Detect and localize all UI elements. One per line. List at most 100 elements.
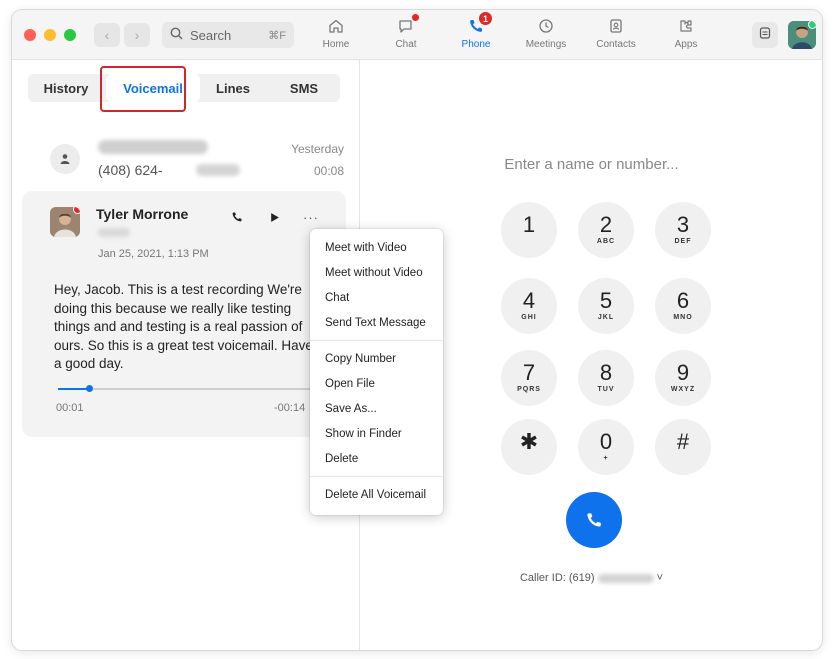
voicemail-item[interactable]: (408) 624- Yesterday 00:08 [28, 136, 344, 184]
whiteboard-button[interactable] [752, 22, 778, 48]
key-letters: TUV [597, 386, 615, 393]
profile-avatar[interactable] [788, 21, 816, 49]
voicemail-timestamp: Jan 25, 2021, 1:13 PM [98, 248, 209, 260]
more-options-button[interactable]: ··· [302, 208, 320, 226]
remaining-time: -00:14 [274, 402, 306, 414]
dial-key-6[interactable]: 6 MNO [655, 278, 711, 334]
phone-icon [232, 212, 242, 222]
key-letters: WXYZ [670, 386, 696, 393]
key-letters: GHI [521, 314, 537, 321]
dial-key-7[interactable]: 7 PQRS [501, 350, 557, 406]
online-status-dot [808, 21, 816, 29]
elapsed-time: 00:01 [56, 402, 84, 414]
chevron-right-icon: › [134, 27, 140, 43]
redacted-caller-id [597, 573, 654, 583]
menu-copy-number[interactable]: Copy Number [310, 346, 443, 371]
key-letters: ABC [596, 238, 616, 245]
phone-badge: 1 [479, 12, 492, 25]
back-button[interactable]: ‹ [94, 23, 120, 47]
nav-home[interactable]: Home [306, 16, 366, 56]
key-digit: 1 [522, 212, 536, 237]
key-digit: 0 [599, 429, 613, 454]
nav-meetings[interactable]: Meetings [516, 16, 576, 56]
key-digit: 8 [599, 360, 613, 385]
key-letters: + [603, 455, 609, 462]
dial-key-9[interactable]: 9 WXYZ [655, 350, 711, 406]
play-icon [270, 212, 279, 222]
menu-delete[interactable]: Delete [310, 446, 443, 471]
nav-chat-label: Chat [395, 39, 417, 50]
key-digit: 4 [522, 288, 536, 313]
menu-chat[interactable]: Chat [310, 285, 443, 310]
caller-name: Tyler Morrone [96, 206, 189, 222]
dial-number-input[interactable]: Enter a name or number... [361, 156, 822, 173]
call-back-button[interactable] [228, 208, 246, 226]
forward-button[interactable]: › [124, 23, 150, 47]
chevron-down-icon: ˅ [656, 572, 663, 584]
dial-key-0[interactable]: 0 + [578, 419, 634, 475]
chat-unread-dot [412, 14, 419, 21]
menu-save-as[interactable]: Save As... [310, 396, 443, 421]
menu-meet-without-video[interactable]: Meet without Video [310, 260, 443, 285]
search-box[interactable]: Search ⌘F [162, 22, 294, 48]
phone-icon: 1 [466, 12, 492, 36]
nav-home-label: Home [322, 39, 350, 50]
search-icon [170, 27, 186, 43]
nav-meetings-label: Meetings [525, 39, 567, 50]
nav-apps[interactable]: Apps [656, 16, 716, 56]
dial-key-hash[interactable]: # [655, 419, 711, 475]
dial-key-2[interactable]: 2 ABC [578, 202, 634, 258]
menu-send-text-message[interactable]: Send Text Message [310, 310, 443, 335]
nav-contacts-label: Contacts [596, 39, 636, 50]
redacted-number-suffix [196, 164, 240, 176]
minimize-window-button[interactable] [44, 29, 56, 41]
zoom-window-button[interactable] [64, 29, 76, 41]
phone-icon [587, 513, 601, 527]
dial-key-3[interactable]: 3 DEF [655, 202, 711, 258]
nav-chat[interactable]: Chat [376, 14, 436, 56]
key-digit: ✱ [519, 429, 539, 454]
search-shortcut: ⌘F [268, 29, 286, 42]
highlight-annotation-box [100, 66, 186, 112]
unheard-dot [73, 207, 80, 214]
caller-id-selector[interactable]: Caller ID: (619) ˅ [361, 572, 822, 584]
call-button[interactable] [566, 492, 622, 548]
key-letters: PQRS [517, 386, 541, 393]
voicemail-detail-card[interactable]: Tyler Morrone Jan 25, 2021, 1:13 PM ··· … [22, 191, 346, 437]
dial-key-star[interactable]: ✱ [501, 419, 557, 475]
nav-contacts[interactable]: Contacts [586, 16, 646, 56]
menu-open-file[interactable]: Open File [310, 371, 443, 396]
play-button[interactable] [265, 208, 283, 226]
contact-placeholder-icon [50, 144, 80, 174]
tab-history[interactable]: History [28, 74, 104, 102]
menu-meet-with-video[interactable]: Meet with Video [310, 235, 443, 260]
caller-avatar [50, 207, 80, 237]
key-digit: 7 [522, 360, 536, 385]
tab-lines[interactable]: Lines [198, 74, 268, 102]
contacts-icon [606, 16, 626, 36]
dial-key-4[interactable]: 4 GHI [501, 278, 557, 334]
close-window-button[interactable] [24, 29, 36, 41]
ellipsis-icon: ··· [303, 209, 319, 225]
menu-delete-all-voicemail[interactable]: Delete All Voicemail [310, 482, 443, 507]
voicemail-transcript: Hey, Jacob. This is a test recording We'… [54, 282, 313, 371]
key-letters: JKL [597, 314, 615, 321]
nav-apps-label: Apps [674, 39, 698, 50]
nav-phone-label: Phone [461, 39, 491, 50]
dial-key-8[interactable]: 8 TUV [578, 350, 634, 406]
key-digit: 9 [676, 360, 690, 385]
playback-scrubber[interactable] [86, 385, 94, 392]
key-digit: 2 [599, 212, 613, 237]
playback-track[interactable] [58, 388, 318, 390]
dial-key-5[interactable]: 5 JKL [578, 278, 634, 334]
key-digit: # [676, 429, 690, 454]
dial-key-1[interactable]: 1 [501, 202, 557, 258]
key-digit: 5 [599, 288, 613, 313]
nav-phone[interactable]: 1 Phone [446, 12, 506, 56]
apps-icon [676, 16, 696, 36]
key-digit: 3 [676, 212, 690, 237]
key-letters: DEF [674, 238, 692, 245]
tab-sms[interactable]: SMS [268, 74, 340, 102]
voicemail-duration: 00:08 [313, 164, 344, 178]
menu-show-in-finder[interactable]: Show in Finder [310, 421, 443, 446]
